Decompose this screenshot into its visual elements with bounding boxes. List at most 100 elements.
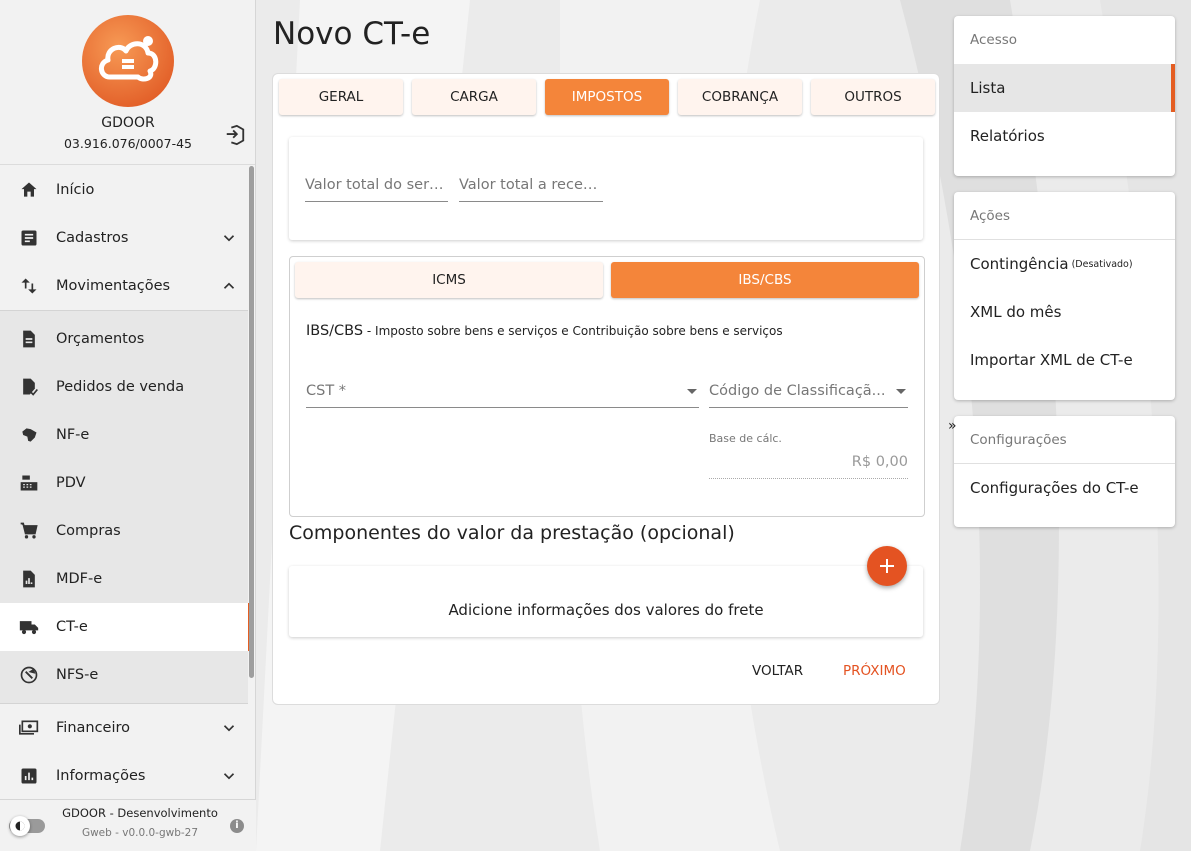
sidebar-item-pedidos-de-venda[interactable]: Pedidos de venda — [0, 363, 248, 411]
acoes-contingencia[interactable]: Contingência (Desativado) — [954, 240, 1175, 288]
tab-outros[interactable]: OUTROS — [811, 79, 935, 115]
plus-icon — [880, 559, 894, 573]
sidebar-item-pdv[interactable]: PDV — [0, 459, 248, 507]
sidebar-item-informacoes[interactable]: Informações — [0, 752, 248, 800]
sidebar-header: GDOOR 03.916.076/0007-45 — [0, 0, 255, 165]
acoes-importar-xml[interactable]: Importar XML de CT-e — [954, 336, 1175, 384]
acoes-header: Ações — [954, 192, 1175, 240]
shopping-cart-icon — [18, 520, 40, 542]
config-cte[interactable]: Configurações do CT-e — [954, 464, 1175, 512]
sidebar-item-label: Cadastros — [56, 230, 129, 246]
tax-panel: ICMS IBS/CBS IBS/CBS - Imposto sobre ben… — [289, 256, 925, 517]
page-title: Novo CT-e — [273, 16, 431, 52]
acesso-lista[interactable]: Lista — [954, 64, 1175, 112]
dropdown-caret-icon — [687, 389, 697, 394]
sidebar-item-nfse[interactable]: NFS-e — [0, 651, 248, 699]
sidebar-scrollbar[interactable] — [249, 166, 254, 678]
sidebar-item-label: MDF-e — [56, 571, 103, 587]
classificacao-select[interactable]: Código de Classificaçã... — [709, 383, 908, 408]
totals-panel: Valor total do serv... Valor total a rec… — [289, 137, 923, 240]
document-check-icon — [18, 376, 40, 398]
components-panel: Adicione informações dos valores do fret… — [289, 566, 923, 637]
components-empty-text: Adicione informações dos valores do fret… — [448, 601, 764, 619]
sidebar-item-label: Compras — [56, 523, 121, 539]
contingencia-status: (Desativado) — [1071, 258, 1133, 270]
sidebar-item-orcamentos[interactable]: Orçamentos — [0, 315, 248, 363]
document-chart-icon — [18, 568, 40, 590]
sidebar-item-financeiro[interactable]: Financeiro — [0, 704, 248, 752]
sidebar-item-inicio[interactable]: Início — [0, 166, 248, 214]
sidebar-item-label: Orçamentos — [56, 331, 145, 347]
home-icon — [18, 179, 40, 201]
acoes-xml-mes[interactable]: XML do mês — [954, 288, 1175, 336]
sidebar-item-cadastros[interactable]: Cadastros — [0, 214, 248, 262]
sidebar-footer: GDOOR - Desenvolvimento Gweb - v0.0.0-gw… — [0, 799, 256, 851]
cst-select-label: CST * — [306, 383, 347, 399]
sidebar-item-label: Informações — [56, 768, 146, 784]
tab-cobranca[interactable]: COBRANÇA — [678, 79, 802, 115]
base-calculo-label: Base de cálc. — [709, 432, 782, 445]
tab-ibs-cbs[interactable]: IBS/CBS — [611, 262, 919, 298]
valor-servico-field[interactable]: Valor total do serv... — [305, 177, 448, 202]
sidebar-item-cte[interactable]: CT-e — [0, 603, 252, 651]
chevron-down-icon — [223, 773, 235, 780]
service-gear-icon — [18, 664, 40, 686]
truck-icon — [18, 616, 40, 638]
switch-company-icon[interactable] — [224, 124, 246, 146]
movimentacoes-submenu: Orçamentos Pedidos de venda NF-e PDV Com… — [0, 310, 252, 704]
config-card: Configurações Configurações do CT-e — [954, 416, 1175, 527]
tab-carga[interactable]: CARGA — [412, 79, 536, 115]
cst-select[interactable]: CST * — [306, 383, 699, 408]
app-version: Gweb - v0.0.0-gwb-27 — [81, 827, 199, 839]
acesso-relatorios[interactable]: Relatórios — [954, 112, 1175, 160]
chevron-up-icon — [223, 282, 235, 289]
sidebar-item-movimentacoes[interactable]: Movimentações — [0, 262, 248, 310]
document-icon — [18, 328, 40, 350]
list-box-icon — [18, 227, 40, 249]
environment-title: GDOOR - Desenvolvimento — [62, 806, 218, 820]
sidebar-item-label: Pedidos de venda — [56, 379, 185, 395]
brazil-map-icon — [18, 424, 40, 446]
sidebar-item-nfe[interactable]: NF-e — [0, 411, 248, 459]
contingencia-label: Contingência — [970, 255, 1069, 273]
money-icon — [18, 717, 40, 739]
back-button[interactable]: VOLTAR — [752, 663, 803, 679]
form-tabs: GERAL CARGA IMPOSTOS COBRANÇA OUTROS — [279, 79, 944, 115]
config-header: Configurações — [954, 416, 1175, 464]
sidebar-item-label: NF-e — [56, 427, 90, 443]
acesso-card: Acesso Lista Relatórios — [954, 16, 1175, 176]
collapse-panel-icon[interactable]: » — [948, 418, 957, 434]
dark-mode-icon — [10, 816, 30, 836]
sidebar-menu: Início Cadastros Movimentações Orçamento… — [0, 166, 252, 800]
company-name: GDOOR — [101, 115, 155, 131]
tab-impostos[interactable]: IMPOSTOS — [545, 79, 669, 115]
dropdown-caret-icon — [896, 389, 906, 394]
cash-register-icon — [18, 472, 40, 494]
acesso-header: Acesso — [970, 32, 1018, 48]
swap-arrows-icon — [18, 275, 40, 297]
company-logo — [82, 15, 174, 107]
tab-geral[interactable]: GERAL — [279, 79, 403, 115]
add-component-button[interactable] — [867, 546, 907, 586]
info-icon[interactable]: i — [230, 819, 244, 833]
cte-form-card: GERAL CARGA IMPOSTOS COBRANÇA OUTROS Val… — [272, 73, 940, 705]
company-document: 03.916.076/0007-45 — [63, 136, 192, 151]
chevron-down-icon — [223, 725, 235, 732]
components-title: Componentes do valor da prestação (opcio… — [289, 522, 735, 544]
sidebar: GDOOR 03.916.076/0007-45 Início Cadastro… — [0, 0, 256, 851]
sidebar-item-label: Financeiro — [56, 720, 131, 736]
tab-icms[interactable]: ICMS — [295, 262, 603, 298]
tax-description-title: IBS/CBS — [306, 323, 364, 339]
sidebar-item-compras[interactable]: Compras — [0, 507, 248, 555]
sidebar-item-mdfe[interactable]: MDF-e — [0, 555, 248, 603]
theme-toggle[interactable] — [9, 816, 45, 836]
sidebar-item-label: Início — [56, 182, 95, 198]
bar-chart-icon — [18, 765, 40, 787]
next-button[interactable]: PRÓXIMO — [843, 663, 906, 679]
sidebar-item-label: NFS-e — [56, 667, 99, 683]
tax-description: IBS/CBS - Imposto sobre bens e serviços … — [306, 323, 783, 339]
tax-description-text: - Imposto sobre bens e serviços e Contri… — [363, 324, 783, 338]
acoes-card: Ações Contingência (Desativado) XML do mê… — [954, 192, 1175, 400]
valor-receber-field[interactable]: Valor total a receb... — [459, 177, 603, 202]
sidebar-item-label: CT-e — [56, 619, 88, 635]
